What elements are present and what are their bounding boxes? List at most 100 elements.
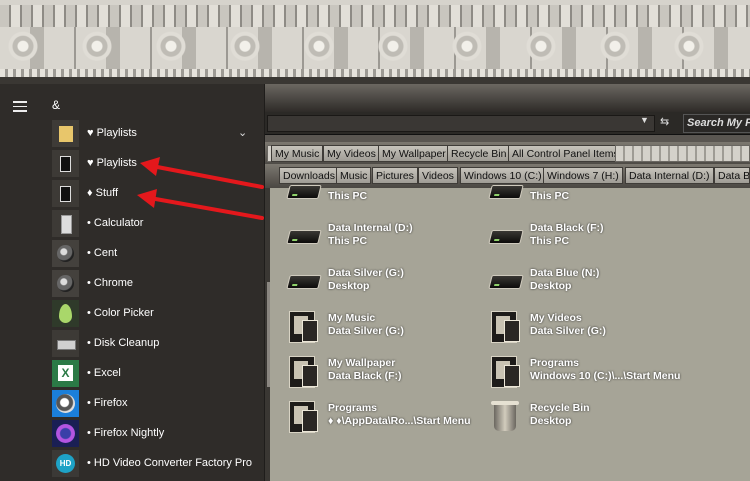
item-name: My Videos — [530, 312, 582, 324]
start-item-firefox-nightly[interactable]: • Firefox Nightly — [52, 420, 262, 448]
folder-icon — [488, 354, 522, 388]
excel-icon — [52, 360, 79, 387]
folder-icon — [286, 354, 320, 388]
toolbar-button-videos[interactable]: Videos — [418, 167, 458, 184]
toolbar-button-music[interactable]: Music — [336, 167, 372, 184]
banner-band — [0, 5, 750, 27]
start-item-label: ♦ Stuff — [87, 187, 119, 199]
toolbar-button-pictures[interactable]: Pictures — [372, 167, 418, 184]
toolbar-button-my-wallpaper[interactable]: My Wallpaper — [378, 145, 450, 162]
item-name: Data Black (F:) — [530, 222, 604, 234]
banner-ornament — [378, 30, 408, 66]
folder-toolbar-1: My Music My Videos My Wallpaper Recycle … — [265, 142, 750, 166]
start-item-disk-cleanup[interactable]: • Disk Cleanup — [52, 330, 262, 358]
start-item-excel[interactable]: • Excel — [52, 360, 262, 388]
banner-ornament — [230, 30, 260, 66]
start-item-label: • Firefox — [87, 397, 128, 409]
start-item-calculator[interactable]: • Calculator — [52, 210, 262, 238]
color-picker-icon — [52, 300, 79, 327]
start-item-cent[interactable]: • Cent — [52, 240, 262, 268]
banner-ornament — [8, 30, 38, 66]
banner-band — [0, 69, 750, 77]
item-name: My Wallpaper — [328, 357, 396, 369]
item-name: Recycle Bin — [530, 402, 590, 414]
folder-icon — [286, 399, 320, 433]
banner-band — [0, 27, 750, 69]
item-name: My Music — [328, 312, 376, 324]
banner-ornament — [82, 30, 112, 66]
ornamental-banner — [0, 0, 750, 84]
window-frame-top — [265, 84, 750, 112]
navigate-icon[interactable]: ⇆ — [660, 115, 669, 128]
item-location: Windows 10 (C:)\...\Start Menu — [530, 370, 681, 382]
item-name: Data Blue (N:) — [530, 267, 600, 279]
item-name: Programs — [530, 357, 580, 369]
chrome-icon — [52, 270, 79, 297]
drive-icon — [488, 174, 524, 208]
toolbar-button-windows-7[interactable]: Windows 7 (H:) — [543, 167, 623, 184]
start-item-chrome[interactable]: • Chrome — [52, 270, 262, 298]
banner-ornament — [526, 30, 556, 66]
item-name: Data Internal (D:) — [328, 222, 413, 234]
toolbar-ornament — [615, 145, 750, 162]
drive-icon — [286, 174, 322, 208]
start-item-color-picker[interactable]: • Color Picker — [52, 300, 262, 328]
firefox-nightly-icon — [52, 420, 79, 447]
start-item-label: • HD Video Converter Factory Pro — [87, 457, 253, 469]
firefox-icon — [52, 390, 79, 417]
toolbar-button-recycle-bin[interactable]: Recycle Bin — [447, 145, 511, 162]
item-location: ♦ ♦\AppData\Ro...\Start Menu — [328, 415, 471, 427]
start-item-label: ♥ Playlists — [87, 157, 137, 169]
cent-browser-icon — [52, 240, 79, 267]
item-location: Desktop — [530, 280, 572, 292]
folder-icon — [286, 309, 320, 343]
item-location: This PC — [328, 190, 368, 202]
item-location: Data Silver (G:) — [328, 325, 404, 337]
start-item-label: ♥ Playlists — [87, 127, 137, 139]
start-item-label: • Disk Cleanup — [87, 337, 160, 349]
drive-icon — [488, 264, 524, 298]
banner-band — [0, 77, 750, 84]
start-menu-scrollbar[interactable] — [267, 282, 270, 387]
letter-group-header[interactable]: & — [52, 98, 60, 112]
banner-ornament — [452, 30, 482, 66]
toolbar-button-my-music[interactable]: My Music — [271, 145, 324, 162]
explorer-window: ▼ ⇆ Search My Fo My Music My Videos My W… — [265, 84, 750, 481]
start-item-hd-video-converter[interactable]: • HD Video Converter Factory Pro — [52, 450, 262, 478]
folder-icon — [488, 309, 522, 343]
toolbar-button-my-videos[interactable]: My Videos — [323, 145, 380, 162]
drive-icon — [488, 219, 524, 253]
start-item-playlists-folder[interactable]: ♥ Playlists — [52, 120, 262, 148]
banner-ornament — [156, 30, 186, 66]
toolbar-button-data-internal[interactable]: Data Internal (D:) — [625, 167, 714, 184]
item-location: Desktop — [328, 280, 370, 292]
item-name: Programs — [328, 402, 378, 414]
item-location: Data Black (F:) — [328, 370, 402, 382]
item-location: This PC — [530, 235, 570, 247]
start-item-label: • Firefox Nightly — [87, 427, 165, 439]
folder-content: This PC Data Internal (D:) This PC Data … — [270, 185, 750, 481]
start-item-label: • Color Picker — [87, 307, 154, 319]
address-bar: ▼ ⇆ Search My Fo — [265, 112, 750, 135]
item-name: Data Silver (G:) — [328, 267, 404, 279]
toolbar-button-control-panel[interactable]: All Control Panel Items — [508, 145, 623, 162]
item-location: Data Silver (G:) — [530, 325, 606, 337]
toolbar-button-data-black[interactable]: Data B — [714, 167, 750, 184]
item-location: This PC — [530, 190, 570, 202]
start-menu-border — [264, 84, 265, 481]
start-item-label: • Cent — [87, 247, 118, 259]
drive-icon — [286, 219, 322, 253]
search-input[interactable]: Search My Fo — [683, 114, 750, 133]
drive-icon — [286, 264, 322, 298]
hamburger-menu-icon[interactable] — [13, 101, 27, 115]
item-location: Desktop — [530, 415, 572, 427]
chevron-down-icon[interactable]: ▼ — [640, 115, 649, 125]
hd-converter-icon — [52, 450, 79, 477]
start-item-label: • Excel — [87, 367, 121, 379]
start-item-label: • Chrome — [87, 277, 134, 289]
address-input[interactable] — [267, 115, 655, 132]
start-item-playlists[interactable]: ♥ Playlists — [52, 150, 262, 178]
start-item-stuff[interactable]: ♦ Stuff — [52, 180, 262, 208]
start-item-firefox[interactable]: • Firefox — [52, 390, 262, 418]
banner-ornament — [600, 30, 630, 66]
